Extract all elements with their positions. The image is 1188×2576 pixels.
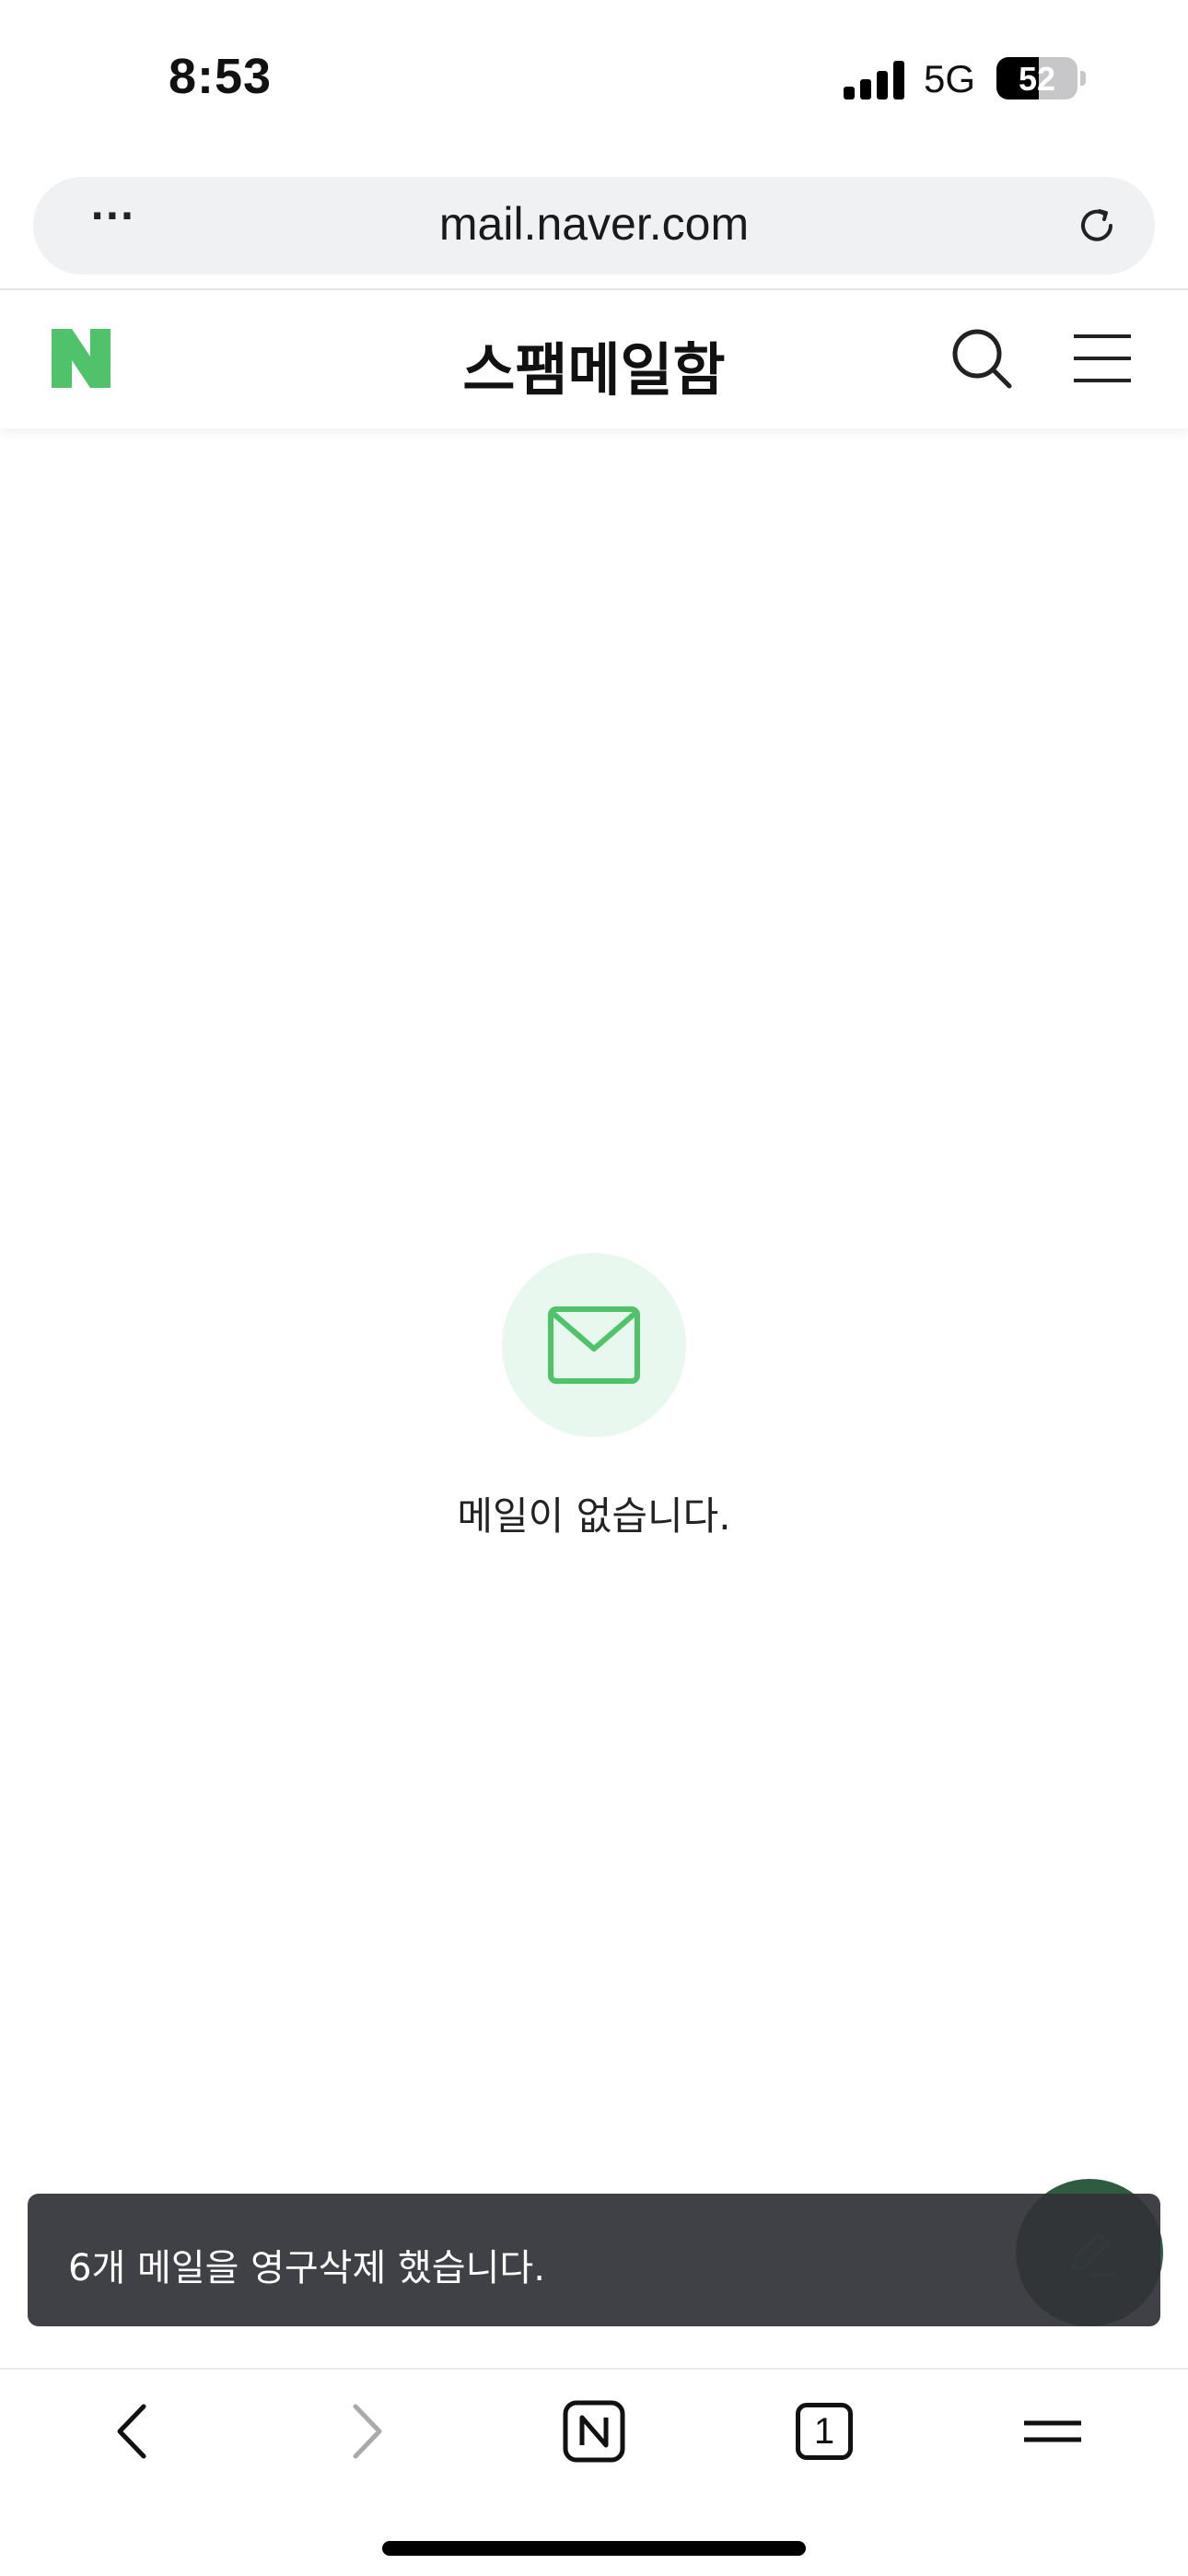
tab-count: 1 xyxy=(796,2403,853,2460)
forward-icon[interactable] xyxy=(324,2390,407,2473)
naver-home-icon[interactable] xyxy=(553,2390,635,2473)
home-indicator xyxy=(382,2541,806,2556)
battery-cap xyxy=(1080,71,1086,86)
toast-notification: 6개 메일을 영구삭제 했습니다. xyxy=(28,2194,1160,2326)
cellular-signal-icon xyxy=(844,61,904,100)
envelope-icon xyxy=(548,1306,640,1384)
hamburger-menu-icon[interactable] xyxy=(1072,331,1133,386)
status-bar: 8:53 5G 52 xyxy=(0,0,1188,157)
status-time: 8:53 xyxy=(169,49,273,104)
back-icon[interactable] xyxy=(92,2390,175,2473)
url-bar[interactable]: ··· mail.naver.com xyxy=(33,177,1155,275)
browser-toolbar: 1 xyxy=(0,2370,1188,2480)
tabs-button[interactable]: 1 xyxy=(781,2390,864,2473)
battery-icon: 52 xyxy=(996,57,1077,100)
toast-message: 6개 메일을 영구삭제 했습니다. xyxy=(68,2247,545,2289)
network-type: 5G xyxy=(924,57,976,100)
empty-state-icon-circle xyxy=(502,1253,686,1437)
url-text[interactable]: mail.naver.com xyxy=(33,197,1155,251)
app-header: 스팸메일함 xyxy=(0,290,1188,428)
empty-state-message: 메일이 없습니다. xyxy=(457,1493,731,1539)
search-icon[interactable] xyxy=(949,325,1015,392)
reload-icon[interactable] xyxy=(1074,203,1120,249)
browser-menu-icon[interactable] xyxy=(1011,2390,1094,2473)
battery-percent: 52 xyxy=(1018,60,1056,98)
